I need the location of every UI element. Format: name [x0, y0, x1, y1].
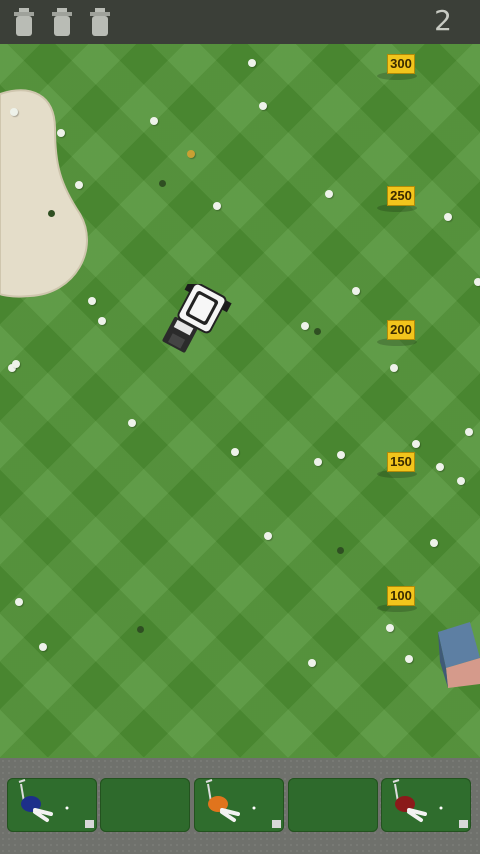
golf-cart-icon	[90, 8, 110, 36]
golf-cart[interactable]	[158, 284, 238, 364]
golf-ball	[88, 297, 96, 305]
golf-cart-icon	[14, 8, 34, 36]
golf-ball	[231, 448, 239, 456]
golfer-red	[392, 779, 468, 828]
top-bar: 2	[0, 0, 480, 46]
gold-coin	[187, 150, 195, 158]
golf-ball	[430, 539, 438, 547]
divot	[159, 180, 166, 187]
golf-ball	[337, 451, 345, 459]
golfer-orange	[205, 779, 281, 828]
golf-ball	[15, 598, 23, 606]
distance-marker-300: 300	[377, 54, 417, 80]
golfer-slot-orange[interactable]	[194, 778, 284, 832]
golf-ball	[436, 463, 444, 471]
divot	[314, 328, 321, 335]
golf-ball	[57, 129, 65, 137]
golf-cart-icon	[52, 8, 72, 36]
score-counter: 2	[434, 4, 452, 37]
divot	[337, 547, 344, 554]
golf-ball	[390, 364, 398, 372]
golf-ball	[150, 117, 158, 125]
golf-ball	[352, 287, 360, 295]
golf-ball	[465, 428, 473, 436]
empty-slot[interactable]	[100, 778, 190, 832]
distance-marker-250: 250	[377, 186, 417, 212]
golf-ball	[264, 532, 272, 540]
distance-marker-150: 150	[377, 452, 417, 478]
golf-ball	[259, 102, 267, 110]
golf-ball	[325, 190, 333, 198]
clubhouse-building	[438, 622, 480, 688]
golf-ball	[314, 458, 322, 466]
divot	[137, 626, 144, 633]
empty-slot[interactable]	[288, 778, 378, 832]
golf-ball	[444, 213, 452, 221]
golf-ball	[412, 440, 420, 448]
golf-ball	[405, 655, 413, 663]
golf-ball	[128, 419, 136, 427]
golf-ball	[248, 59, 256, 67]
golfer-slot-red[interactable]	[381, 778, 471, 832]
golf-ball	[474, 278, 480, 286]
golf-fairway[interactable]: 300 250 200 150 100	[0, 44, 480, 758]
golfer-slot-blue[interactable]	[7, 778, 97, 832]
golf-ball	[457, 477, 465, 485]
sand-bunker	[0, 89, 88, 298]
golf-ball	[301, 322, 309, 330]
golf-ball	[12, 360, 20, 368]
golf-ball	[308, 659, 316, 667]
golfer-blue	[18, 779, 94, 828]
golf-ball	[39, 643, 47, 651]
golf-ball	[10, 108, 18, 116]
golf-ball	[98, 317, 106, 325]
divot	[48, 210, 55, 217]
distance-marker-100: 100	[377, 586, 417, 612]
golf-ball	[75, 181, 83, 189]
golf-ball	[386, 624, 394, 632]
golf-ball	[213, 202, 221, 210]
distance-marker-200: 200	[377, 320, 417, 346]
